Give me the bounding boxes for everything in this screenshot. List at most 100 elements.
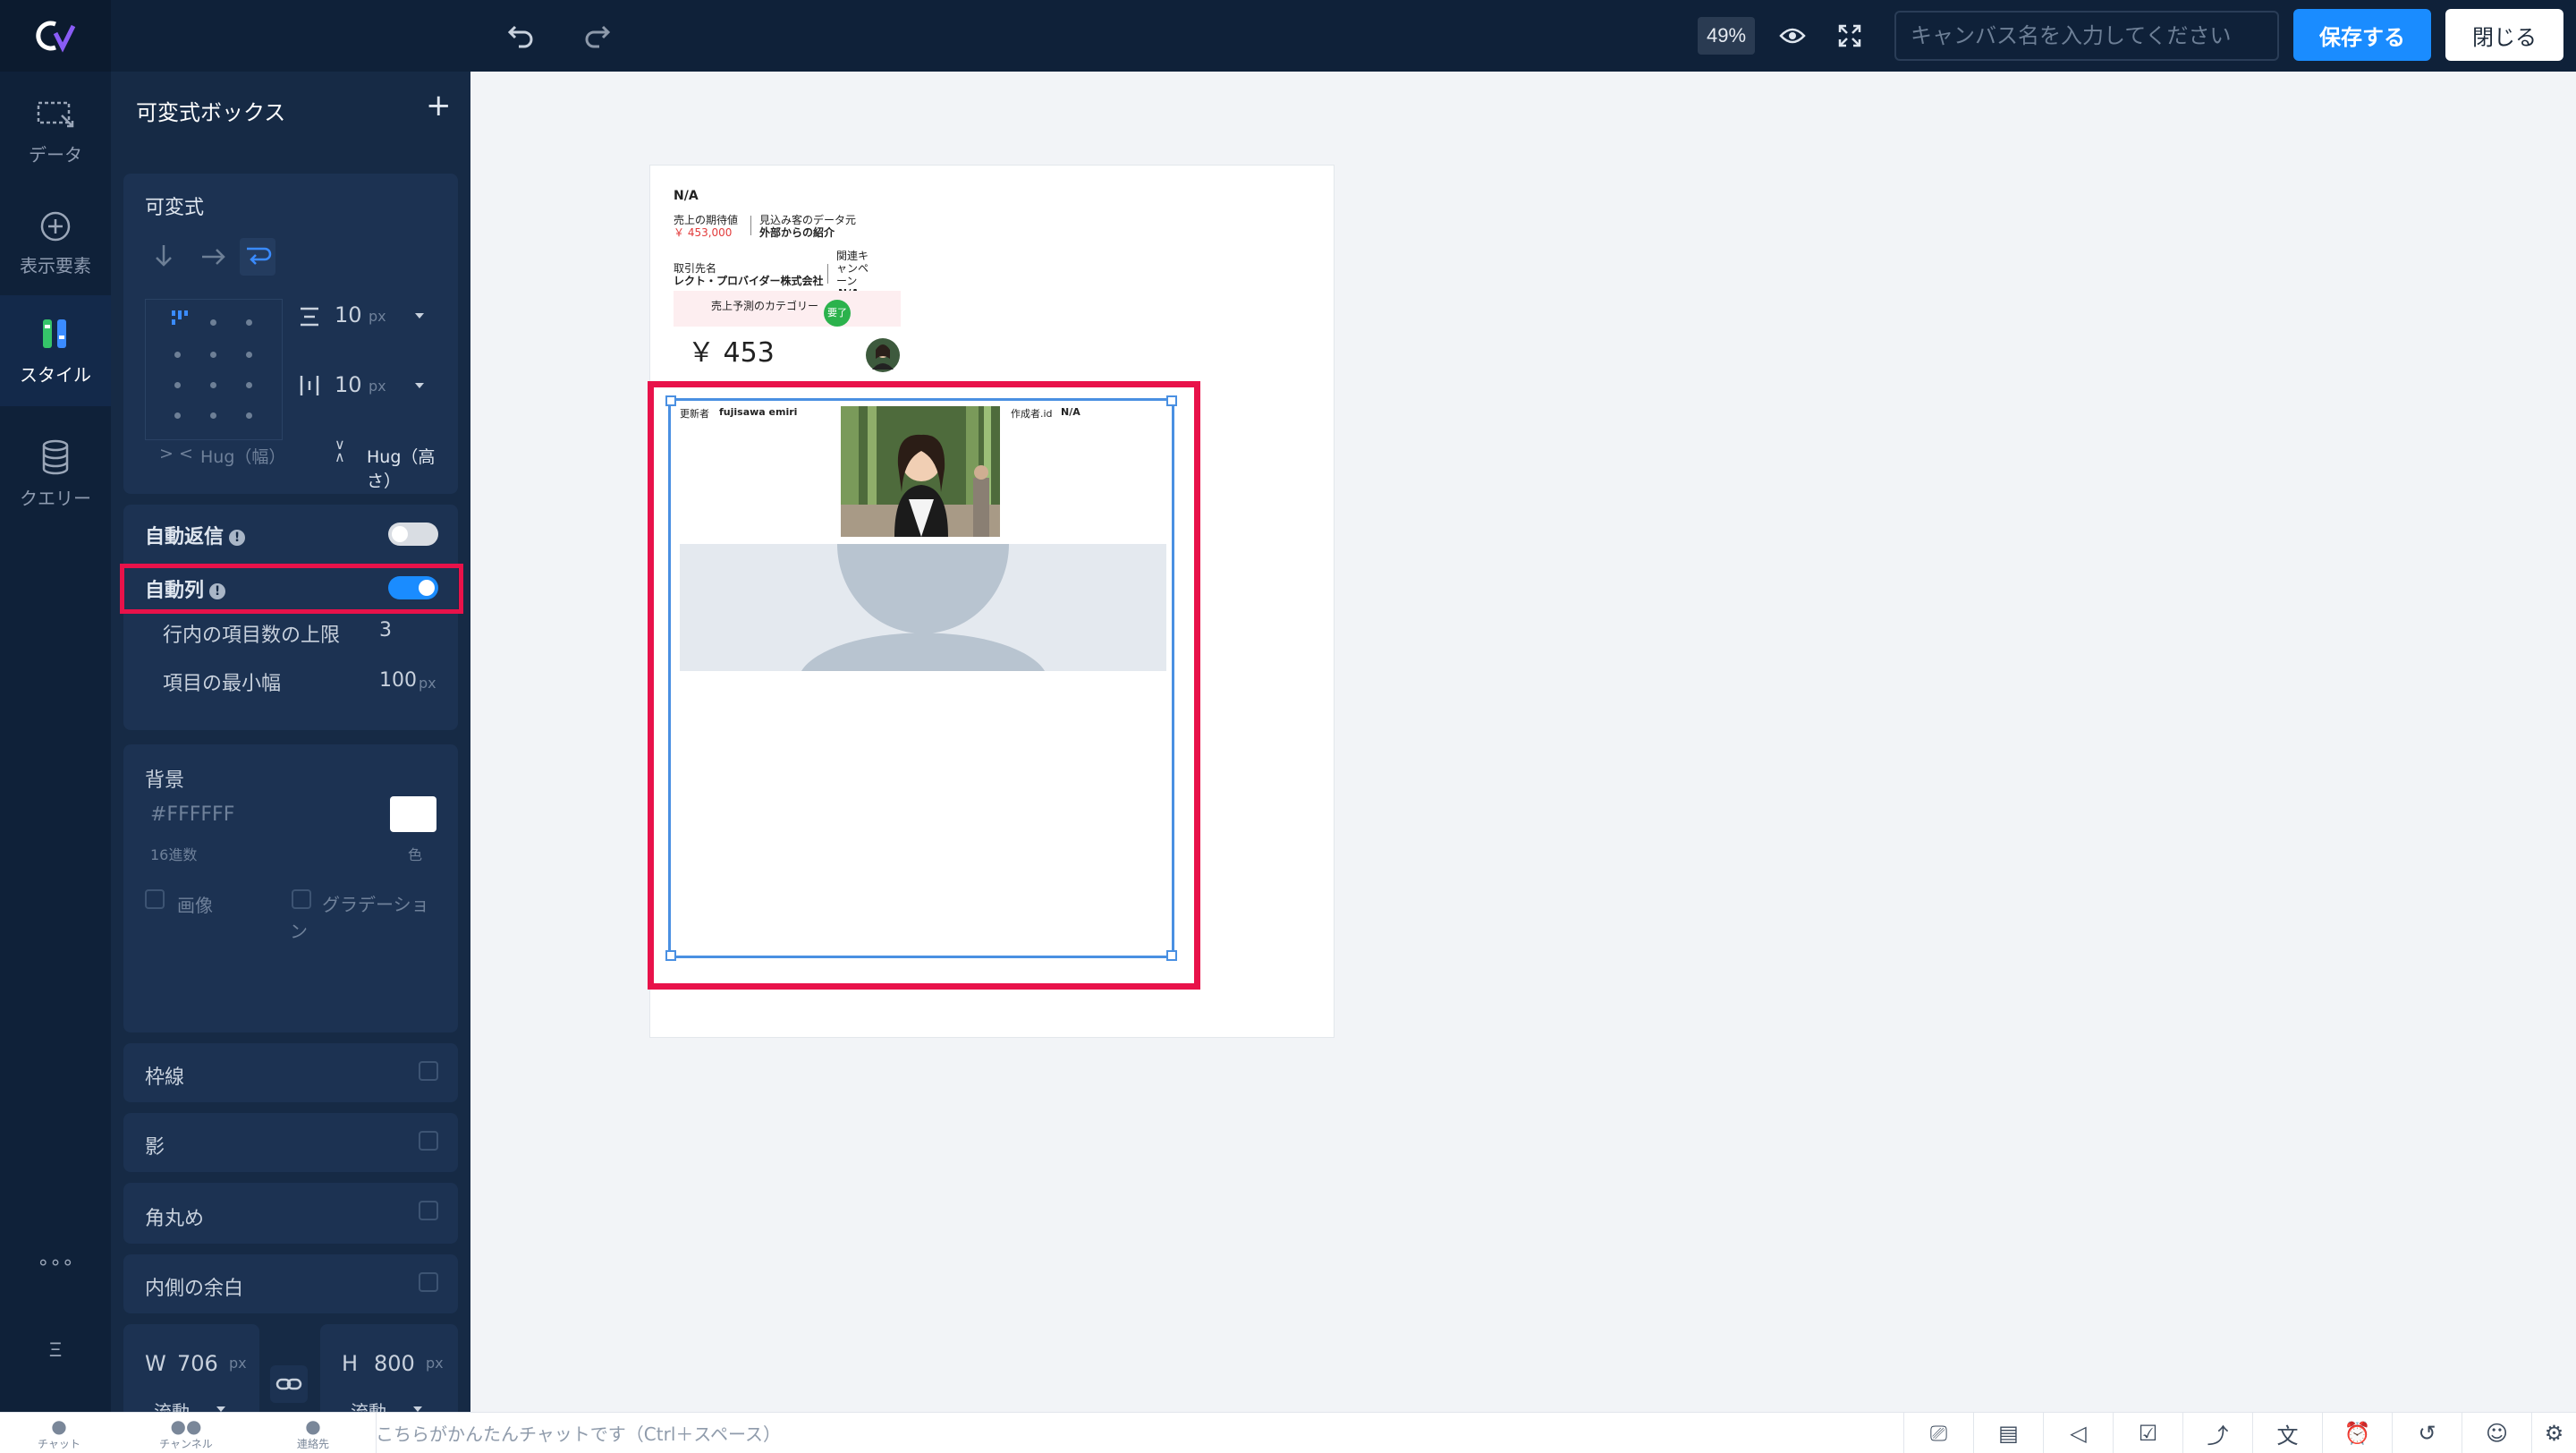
column-gap-icon (300, 376, 319, 395)
database-icon (42, 439, 69, 474)
max-items-input[interactable]: 3 (379, 619, 392, 642)
height-mode[interactable]: Hug（高さ） (367, 444, 458, 492)
undo-icon[interactable] (501, 16, 540, 55)
top-bar: 49% 保存する 閉じる (0, 0, 2576, 72)
border-checkbox[interactable] (419, 1061, 438, 1081)
rail-item-label: データ (29, 143, 82, 166)
forecast-badge: 要了 (824, 300, 851, 327)
card-title: N/A (674, 189, 699, 203)
menu-icon[interactable]: Ξ (0, 1338, 111, 1362)
border-label: 枠線 (145, 1066, 185, 1089)
fullscreen-icon[interactable] (1830, 16, 1869, 55)
max-items-label: 行内の項目数の上限 (163, 625, 341, 647)
chevron-down-icon[interactable] (413, 381, 426, 390)
rail-item-data[interactable]: データ (0, 79, 111, 186)
alignment-grid[interactable] (145, 299, 283, 440)
client-value: レクト・プロバイダー株式会社 (674, 275, 824, 287)
height-input[interactable]: 800 (374, 1351, 415, 1376)
direction-down-icon[interactable] (154, 243, 174, 268)
width-mode[interactable]: Hug（幅） (200, 444, 285, 468)
translate-icon[interactable]: 文 (2252, 1413, 2322, 1453)
auto-columns-highlight (120, 564, 463, 614)
logo-icon (36, 21, 76, 53)
padding-checkbox[interactable] (419, 1272, 438, 1292)
bottom-tab-contact[interactable]: ● 連絡先 (268, 1416, 358, 1451)
forecast-category-label: 売上予測のカテゴリー (711, 300, 819, 312)
shadow-checkbox[interactable] (419, 1131, 438, 1151)
rail-item-query[interactable]: クエリー (0, 413, 111, 535)
hex-caption: 16進数 (150, 846, 198, 863)
image-checkbox[interactable] (145, 889, 165, 909)
bottom-tab-label: チャット (38, 1438, 80, 1450)
min-width-unit: px (419, 675, 436, 692)
history-icon[interactable]: ↺ (2392, 1413, 2462, 1453)
bottom-tab-channel[interactable]: ●● チャンネル (141, 1416, 231, 1451)
height-label: H (342, 1351, 359, 1376)
bottom-tab-chat[interactable]: ● チャット (14, 1416, 104, 1451)
width-label: W (145, 1351, 166, 1376)
padding-card: 内側の余白 (123, 1254, 458, 1313)
avatar (866, 338, 900, 372)
bottom-bar: ● チャット ●● チャンネル ● 連絡先 こちらがかんたんチャットです（Ctrl＋ス… (0, 1412, 2576, 1453)
more-icon[interactable]: ∘∘∘ (0, 1251, 111, 1274)
rail-item-elements[interactable]: 表示要素 (0, 190, 111, 297)
megaphone-icon[interactable]: ◁ (2043, 1413, 2113, 1453)
aspect-link-button[interactable] (270, 1365, 308, 1403)
direction-wrap-button[interactable] (240, 238, 275, 276)
layout-card: 可変式 10 px 10 px > < Hug（幅） ∨ ∧ Hug（高さ） (123, 174, 458, 494)
radius-card: 角丸め (123, 1183, 458, 1244)
shadow-label: 影 (145, 1136, 165, 1159)
auto-wrap-toggle[interactable] (388, 523, 438, 546)
left-rail: データ 表示要素 スタイル クエリー ∘∘∘ Ξ (0, 72, 111, 1412)
info-icon[interactable]: ! (229, 530, 246, 546)
row-gap-value[interactable]: 10 (335, 302, 362, 327)
chevron-down-icon[interactable] (413, 311, 426, 320)
selected-box-highlight (648, 381, 1200, 990)
rail-item-label: 表示要素 (20, 254, 91, 276)
column-gap-value[interactable]: 10 (335, 372, 362, 397)
zoom-level[interactable]: 49% (1698, 17, 1755, 55)
style-panel: 可変式ボックス + 可変式 10 px 10 px > < Hug（幅） ∨ ∧ … (111, 72, 470, 1444)
data-icon (37, 101, 74, 127)
direction-right-icon[interactable] (200, 247, 227, 267)
amount-value: ￥ 453 (688, 337, 775, 369)
redo-icon[interactable] (578, 16, 617, 55)
width-unit: px (229, 1355, 247, 1372)
width-mode-icon: > < (159, 444, 193, 463)
flow-icon[interactable]: ⤴ (2182, 1413, 2252, 1453)
screen-share-icon[interactable]: ⎚ (1903, 1413, 1973, 1453)
canvas-name-input[interactable] (1894, 11, 2279, 61)
app-logo[interactable] (0, 0, 111, 72)
divider (750, 216, 751, 235)
accessibility-icon[interactable]: ☺ (2462, 1413, 2531, 1453)
panel-title: 可変式ボックス (136, 100, 286, 125)
layout-section-label: 可変式 (145, 197, 205, 219)
gradient-label: グラデーション (290, 894, 429, 942)
settings-icon[interactable]: ⚙ (2531, 1413, 2576, 1453)
radius-label: 角丸め (145, 1208, 205, 1230)
alarm-icon[interactable]: ⏰ (2322, 1413, 2392, 1453)
lead-source-value: 外部からの紹介 (759, 226, 835, 239)
background-hex-input[interactable]: #FFFFFF (150, 803, 234, 826)
height-unit: px (426, 1355, 444, 1372)
border-card: 枠線 (123, 1043, 458, 1102)
auto-wrap-label: 自動返信 (145, 526, 225, 548)
preview-eye-icon[interactable] (1773, 16, 1812, 55)
width-input[interactable]: 706 (177, 1351, 218, 1376)
save-button[interactable]: 保存する (2293, 9, 2431, 61)
column-gap-unit: px (369, 378, 386, 395)
radius-checkbox[interactable] (419, 1201, 438, 1220)
add-icon[interactable]: + (426, 88, 452, 123)
wrap-icon (247, 247, 272, 265)
padding-label: 内側の余白 (145, 1278, 244, 1300)
min-width-input[interactable]: 100 (379, 669, 417, 692)
shadow-card: 影 (123, 1113, 458, 1172)
background-label: 背景 (145, 769, 185, 792)
quick-chat-input[interactable]: こちらがかんたんチャットです（Ctrl＋スペース） (376, 1420, 781, 1446)
close-button[interactable]: 閉じる (2445, 9, 2563, 61)
document-icon[interactable]: ▤ (1973, 1413, 2043, 1453)
checklist-icon[interactable]: ☑ (2113, 1413, 2182, 1453)
color-swatch[interactable] (390, 796, 436, 832)
rail-item-style[interactable]: スタイル (0, 295, 111, 406)
style-icon (43, 319, 66, 348)
